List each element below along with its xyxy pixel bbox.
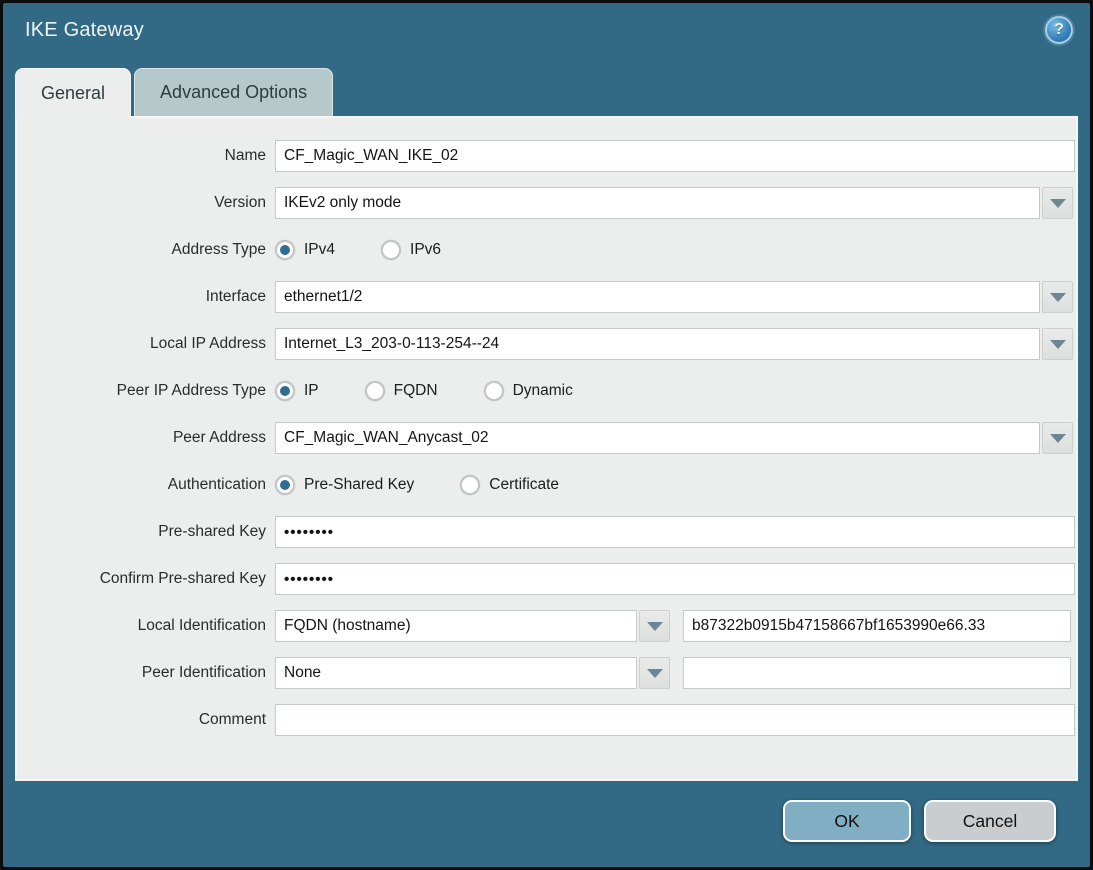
row-local-identification: Local Identification: [27, 610, 1076, 642]
radio-ipv6-label[interactable]: IPv6: [410, 241, 441, 259]
comment-label: Comment: [27, 711, 266, 729]
row-name: Name: [27, 140, 1076, 172]
row-authentication: Authentication Pre-Shared Key Certificat…: [27, 469, 1076, 501]
peer-address-dropdown-button[interactable]: [1042, 422, 1073, 454]
row-comment: Comment: [27, 704, 1076, 736]
chevron-down-icon: [1050, 340, 1066, 349]
peer-identification-dropdown-button[interactable]: [639, 657, 670, 689]
authentication-radio-group: Pre-Shared Key Certificate: [275, 475, 605, 495]
local-identification-dropdown-button[interactable]: [639, 610, 670, 642]
radio-fqdn[interactable]: [365, 381, 385, 401]
authentication-label: Authentication: [27, 476, 266, 494]
interface-dropdown-button[interactable]: [1042, 281, 1073, 313]
tab-general[interactable]: General: [15, 68, 131, 118]
version-dropdown-button[interactable]: [1042, 187, 1073, 219]
cancel-button[interactable]: Cancel: [924, 800, 1056, 842]
tab-bar: General Advanced Options: [3, 57, 1090, 116]
chevron-down-icon: [1050, 434, 1066, 443]
peer-identification-type-dropdown[interactable]: [275, 657, 670, 689]
chevron-down-icon: [647, 669, 663, 678]
pre-shared-key-input[interactable]: [275, 516, 1075, 548]
dialog-footer: OK Cancel: [783, 800, 1056, 842]
row-interface: Interface: [27, 281, 1076, 313]
peer-identification-type-input[interactable]: [275, 657, 637, 689]
peer-address-dropdown[interactable]: [275, 422, 1073, 454]
peer-address-value-input[interactable]: [275, 422, 1040, 454]
chevron-down-icon: [647, 622, 663, 631]
local-ip-address-label: Local IP Address: [27, 335, 266, 353]
help-icon[interactable]: ?: [1045, 16, 1073, 44]
row-confirm-pre-shared-key: Confirm Pre-shared Key: [27, 563, 1076, 595]
peer-ip-address-type-radio-group: IP FQDN Dynamic: [275, 381, 619, 401]
radio-pre-shared-key-label[interactable]: Pre-Shared Key: [304, 476, 414, 494]
radio-ipv6[interactable]: [381, 240, 401, 260]
dialog-title: IKE Gateway: [25, 19, 144, 42]
radio-dynamic-label[interactable]: Dynamic: [513, 382, 573, 400]
name-input[interactable]: [275, 140, 1075, 172]
radio-ipv4-label[interactable]: IPv4: [304, 241, 335, 259]
radio-ip[interactable]: [275, 381, 295, 401]
row-local-ip-address: Local IP Address: [27, 328, 1076, 360]
local-identification-type-dropdown[interactable]: [275, 610, 670, 642]
name-label: Name: [27, 147, 266, 165]
peer-address-label: Peer Address: [27, 429, 266, 447]
local-identification-value-input[interactable]: [683, 610, 1071, 642]
radio-option-ip[interactable]: IP: [275, 381, 319, 401]
local-ip-address-value-input[interactable]: [275, 328, 1040, 360]
radio-certificate[interactable]: [460, 475, 480, 495]
confirm-pre-shared-key-input[interactable]: [275, 563, 1075, 595]
ike-gateway-dialog: IKE Gateway ? General Advanced Options N…: [0, 0, 1093, 870]
peer-ip-address-type-label: Peer IP Address Type: [27, 382, 266, 400]
tab-advanced-options[interactable]: Advanced Options: [134, 68, 333, 116]
local-identification-label: Local Identification: [27, 617, 266, 635]
radio-certificate-label[interactable]: Certificate: [489, 476, 559, 494]
radio-option-fqdn[interactable]: FQDN: [365, 381, 438, 401]
pre-shared-key-label: Pre-shared Key: [27, 523, 266, 541]
titlebar: IKE Gateway ?: [3, 3, 1090, 57]
row-address-type: Address Type IPv4 IPv6: [27, 234, 1076, 266]
question-mark-glyph: ?: [1054, 22, 1064, 38]
interface-label: Interface: [27, 288, 266, 306]
address-type-label: Address Type: [27, 241, 266, 259]
interface-dropdown[interactable]: [275, 281, 1073, 313]
radio-dynamic[interactable]: [484, 381, 504, 401]
row-peer-ip-address-type: Peer IP Address Type IP FQDN Dynamic: [27, 375, 1076, 407]
peer-identification-label: Peer Identification: [27, 664, 266, 682]
radio-option-pre-shared-key[interactable]: Pre-Shared Key: [275, 475, 414, 495]
address-type-radio-group: IPv4 IPv6: [275, 240, 487, 260]
local-ip-address-dropdown[interactable]: [275, 328, 1073, 360]
row-peer-identification: Peer Identification: [27, 657, 1076, 689]
version-label: Version: [27, 194, 266, 212]
version-value-input[interactable]: [275, 187, 1040, 219]
confirm-pre-shared-key-label: Confirm Pre-shared Key: [27, 570, 266, 588]
local-ip-address-dropdown-button[interactable]: [1042, 328, 1073, 360]
radio-pre-shared-key[interactable]: [275, 475, 295, 495]
radio-option-dynamic[interactable]: Dynamic: [484, 381, 573, 401]
chevron-down-icon: [1050, 199, 1066, 208]
radio-ip-label[interactable]: IP: [304, 382, 319, 400]
row-version: Version: [27, 187, 1076, 219]
radio-option-ipv4[interactable]: IPv4: [275, 240, 335, 260]
row-peer-address: Peer Address: [27, 422, 1076, 454]
comment-input[interactable]: [275, 704, 1075, 736]
radio-option-certificate[interactable]: Certificate: [460, 475, 559, 495]
peer-identification-value-input[interactable]: [683, 657, 1071, 689]
radio-fqdn-label[interactable]: FQDN: [394, 382, 438, 400]
chevron-down-icon: [1050, 293, 1066, 302]
radio-ipv4[interactable]: [275, 240, 295, 260]
version-dropdown[interactable]: [275, 187, 1073, 219]
ok-button[interactable]: OK: [783, 800, 911, 842]
interface-value-input[interactable]: [275, 281, 1040, 313]
local-identification-type-input[interactable]: [275, 610, 637, 642]
general-tab-panel: Name Version Address Type IPv4: [15, 116, 1078, 781]
row-pre-shared-key: Pre-shared Key: [27, 516, 1076, 548]
radio-option-ipv6[interactable]: IPv6: [381, 240, 441, 260]
